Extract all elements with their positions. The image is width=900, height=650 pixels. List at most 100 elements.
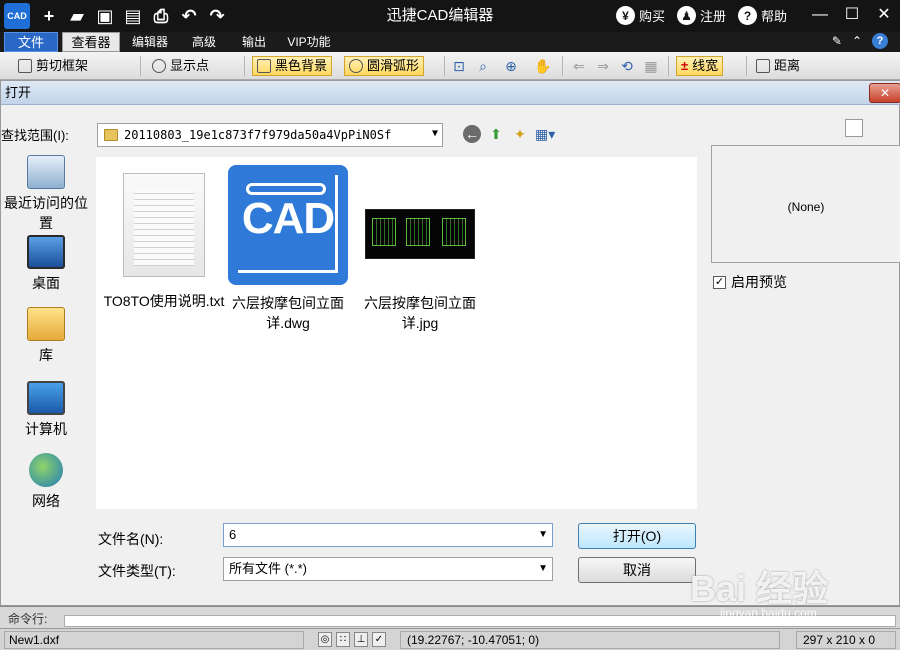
help-button[interactable]: ? 帮助	[738, 6, 787, 25]
snap-icon[interactable]: ◎	[318, 632, 332, 647]
tab-advanced[interactable]: 高级	[186, 32, 222, 52]
tab-viewer[interactable]: 查看器	[62, 32, 120, 52]
file-item-dwg[interactable]: CAD 六层按摩包间立面详.dwg	[226, 165, 350, 333]
chevron-down-icon[interactable]: ▼	[538, 558, 548, 580]
help-icon: ?	[738, 6, 758, 25]
style-icon[interactable]: ✎	[832, 34, 842, 48]
image-file-icon	[365, 209, 475, 259]
app-logo[interactable]: CAD	[4, 3, 30, 29]
preview-pane: (None)	[711, 145, 900, 263]
window-title: 迅捷CAD编辑器	[386, 7, 494, 24]
watermark-url: jingyan.baidu.com	[720, 606, 817, 620]
cancel-button[interactable]: 取消	[578, 557, 696, 583]
filetype-label: 文件类型(T):	[98, 563, 176, 579]
grid-icon[interactable]: ∷	[336, 632, 350, 647]
ribbon-divider	[746, 56, 747, 76]
tab-output[interactable]: 输出	[236, 32, 272, 52]
new-file-icon[interactable]: +	[38, 5, 60, 27]
close-icon[interactable]: ✕	[874, 4, 894, 26]
ortho-icon[interactable]: ⊥	[354, 632, 368, 647]
look-in-dropdown[interactable]: 20110803_19e1c873f7f979da50a4VpPiN0Sf ▼	[97, 123, 443, 147]
save-icon[interactable]: ▣	[94, 5, 116, 27]
register-button[interactable]: ♟ 注册	[677, 6, 726, 25]
place-recent[interactable]: 最近访问的位置	[1, 155, 91, 233]
place-label: 库	[39, 347, 53, 363]
pan-hand-icon[interactable]: ✋	[534, 57, 552, 75]
zoom-in-icon[interactable]: ⊕	[502, 57, 520, 75]
show-points-button[interactable]: 显示点	[148, 56, 213, 76]
file-item-jpg[interactable]: 六层按摩包间立面详.jpg	[358, 165, 482, 333]
undo-icon[interactable]: ↶	[178, 5, 200, 27]
distance-button[interactable]: 距离	[752, 56, 804, 76]
help-label: 帮助	[761, 9, 788, 24]
file-list[interactable]: TO8TO使用说明.txt CAD 六层按摩包间立面详.dwg 六层按摩包间立面…	[96, 157, 697, 509]
redraw-icon[interactable]: ⟲	[618, 57, 636, 75]
clip-frame-button[interactable]: 剪切框架	[14, 56, 92, 76]
place-network[interactable]: 网络	[1, 453, 91, 511]
print-icon[interactable]: ⎙	[150, 5, 172, 27]
line-width-button[interactable]: ± 线宽	[676, 56, 724, 76]
quick-access-toolbar: + ▰ ▣ ▤ ⎙ ↶ ↷	[38, 5, 228, 27]
dialog-title-bar: 打开 ✕	[1, 81, 900, 105]
watermark-logo: Bai 经验	[690, 568, 829, 609]
distance-label: 距离	[774, 58, 801, 73]
chevron-down-icon[interactable]: ▼	[538, 524, 548, 546]
place-desktop[interactable]: 桌面	[1, 235, 91, 293]
open-folder-icon[interactable]: ▰	[66, 5, 88, 27]
new-folder-icon[interactable]: ✦	[511, 125, 529, 143]
enable-preview-checkbox[interactable]: ✓ 启用预览	[713, 272, 787, 292]
smooth-arc-button[interactable]: 圆滑弧形	[344, 56, 425, 76]
layers-icon[interactable]: ▦	[642, 57, 660, 75]
yen-icon: ¥	[616, 6, 635, 25]
tab-file[interactable]: 文件	[4, 32, 58, 52]
save-as-icon[interactable]: ▤	[122, 5, 144, 27]
minimize-icon[interactable]: —	[810, 4, 830, 26]
place-computer[interactable]: 计算机	[1, 381, 91, 439]
filetype-value: 所有文件 (*.*)	[229, 561, 308, 576]
line-width-label: 线宽	[692, 58, 719, 73]
file-item-txt[interactable]: TO8TO使用说明.txt	[102, 165, 226, 311]
collapse-ribbon-icon[interactable]: ⌃	[852, 34, 862, 48]
menu-bar: 文件 查看器 编辑器 高级 输出 VIP功能 ✎ ⌃ ?	[0, 32, 900, 52]
fit-view-icon[interactable]: ⊡	[450, 57, 468, 75]
back-icon[interactable]: ←	[463, 125, 481, 143]
tab-editor[interactable]: 编辑器	[128, 32, 172, 52]
status-bar: New1.dxf ◎ ∷ ⊥ ✓ (19.22767; -10.47051; 0…	[0, 628, 900, 650]
place-label: 网络	[32, 493, 60, 509]
place-library[interactable]: 库	[1, 307, 91, 365]
library-icon	[27, 307, 65, 341]
redo-icon[interactable]: ↷	[206, 5, 228, 27]
previous-view-icon[interactable]: ⇐	[570, 57, 588, 75]
black-background-label: 黑色背景	[275, 58, 328, 73]
buy-button[interactable]: ¥ 购买	[616, 6, 665, 25]
black-background-icon	[257, 59, 271, 73]
folder-icon	[104, 129, 118, 141]
file-name: TO8TO使用说明.txt	[103, 293, 225, 309]
computer-icon	[27, 381, 65, 415]
dialog-close-icon[interactable]: ✕	[869, 83, 900, 103]
place-label: 桌面	[32, 275, 60, 291]
text-file-icon	[123, 173, 205, 277]
preview-text: (None)	[787, 200, 825, 214]
osnap-icon[interactable]: ✓	[372, 632, 386, 647]
place-label: 最近访问的位置	[4, 195, 88, 231]
cad-file-icon: CAD	[228, 165, 348, 285]
filetype-select[interactable]: 所有文件 (*.*) ▼	[223, 557, 553, 581]
checkbox-checked-icon[interactable]: ✓	[713, 275, 726, 289]
view-menu-icon[interactable]: ▦▾	[535, 125, 555, 143]
open-button[interactable]: 打开(O)	[578, 523, 696, 549]
zoom-window-icon[interactable]: ⌕	[474, 57, 492, 75]
dialog-title: 打开	[5, 85, 32, 100]
up-folder-icon[interactable]: ⬆	[487, 125, 505, 143]
look-in-value: 20110803_19e1c873f7f979da50a4VpPiN0Sf	[124, 128, 392, 142]
next-view-icon[interactable]: ⇒	[594, 57, 612, 75]
chevron-down-icon[interactable]: ▼	[432, 128, 438, 139]
maximize-icon[interactable]: ☐	[842, 4, 862, 26]
line-width-icon: ±	[681, 58, 689, 73]
preview-toggle-icon[interactable]	[845, 119, 863, 137]
smooth-arc-label: 圆滑弧形	[367, 58, 420, 73]
tab-vip[interactable]: VIP功能	[284, 32, 334, 52]
ribbon-help-icon[interactable]: ?	[872, 33, 888, 49]
filename-input[interactable]: 6 ▼	[223, 523, 553, 547]
black-background-button[interactable]: 黑色背景	[252, 56, 333, 76]
